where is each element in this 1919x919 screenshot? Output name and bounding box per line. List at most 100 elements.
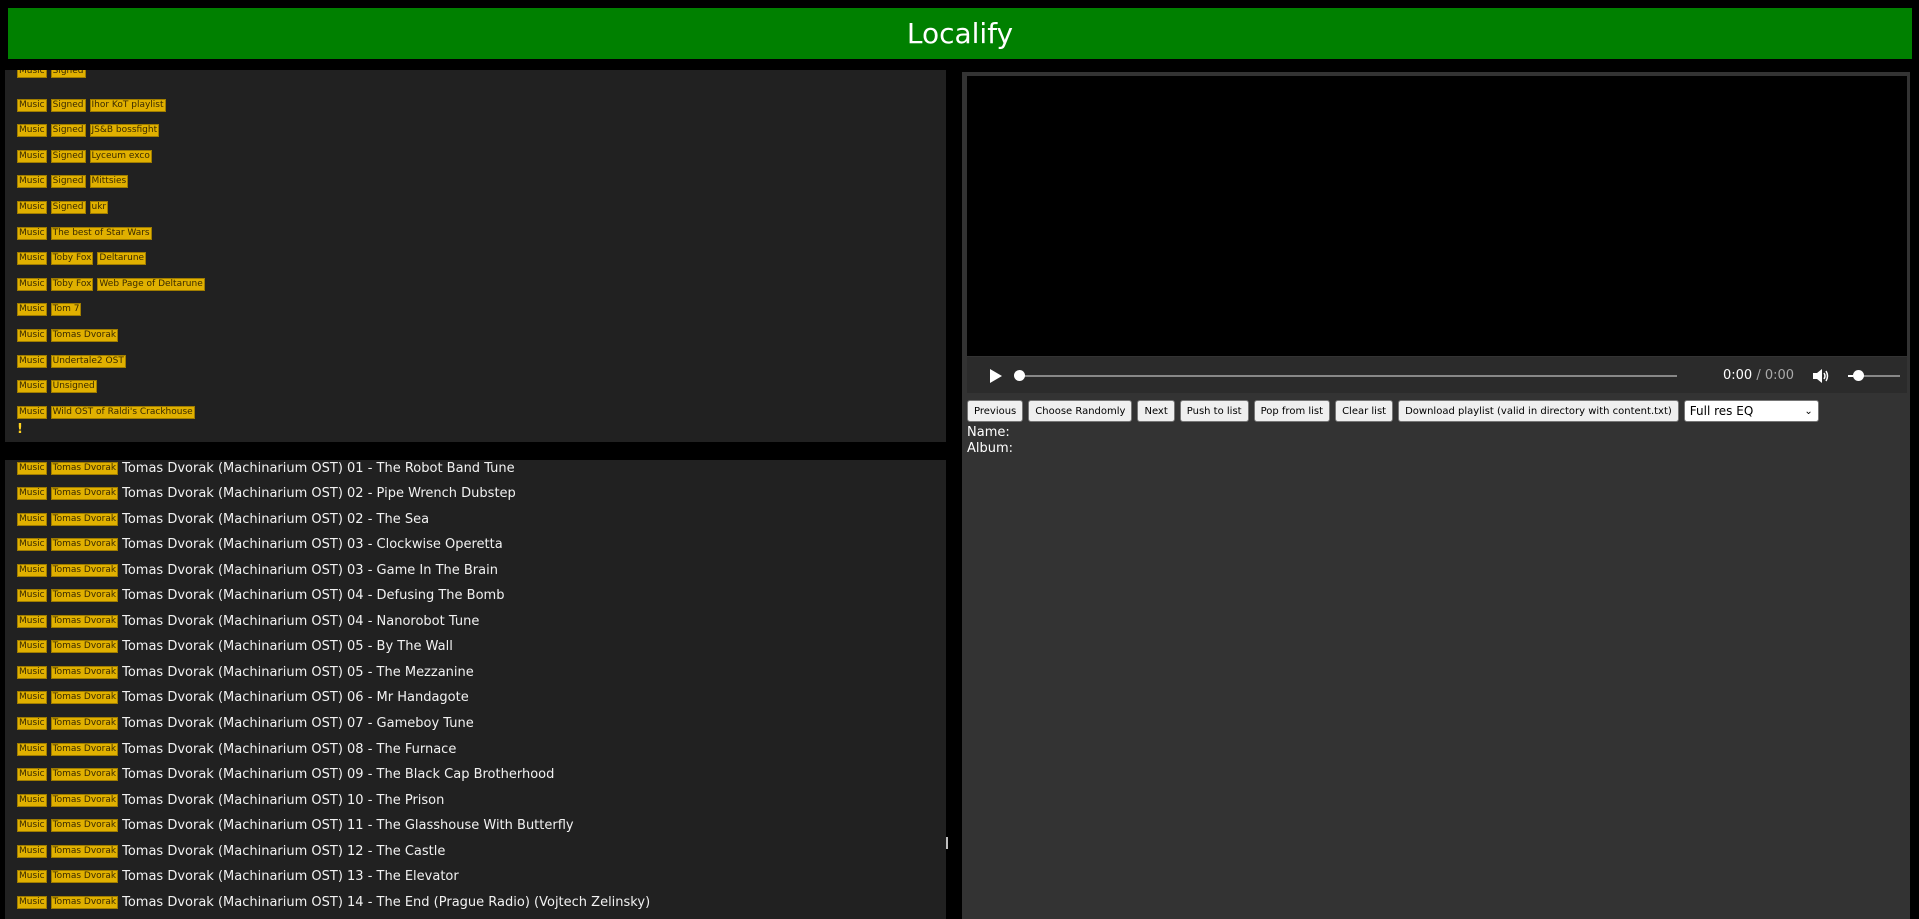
track-title[interactable]: Tomas Dvorak (Machinarium OST) 04 - Nano… [122, 614, 479, 629]
track-item[interactable]: Music Tomas Dvorak Tomas Dvorak (Machinari… [17, 714, 474, 734]
directory-item[interactable]: Music Signed Ihor KoT playlist [17, 98, 170, 112]
volume-thumb[interactable] [1853, 370, 1865, 381]
track-tag[interactable]: Music [17, 768, 47, 782]
track-title[interactable]: Tomas Dvorak (Machinarium OST) 03 - Cloc… [122, 537, 503, 552]
track-item[interactable]: Music Tomas Dvorak Tomas Dvorak (Machinari… [17, 790, 444, 810]
directory-item[interactable]: Music Unsigned [17, 380, 101, 394]
directory-tag[interactable]: Undertale2 OST [50, 354, 126, 368]
track-tag[interactable]: Tomas Dvorak [50, 691, 119, 705]
track-tag[interactable]: Tomas Dvorak [50, 538, 119, 552]
clear-list-button[interactable]: Clear list [1335, 400, 1394, 422]
track-tag[interactable]: Tomas Dvorak [50, 793, 119, 807]
track-item[interactable]: Music Tomas Dvorak Tomas Dvorak (Machinari… [17, 484, 516, 504]
directory-tag[interactable]: Music [17, 175, 47, 189]
track-tag[interactable]: Music [17, 844, 47, 858]
track-title[interactable]: Tomas Dvorak (Machinarium OST) 14 - The … [122, 895, 650, 910]
track-tag[interactable]: Music [17, 717, 47, 730]
directory-tag[interactable]: JS&B bossfight [89, 124, 160, 138]
push-to-list-button[interactable]: Push to list [1179, 400, 1249, 422]
directory-tag[interactable]: Signed [50, 175, 86, 189]
directory-item[interactable]: Music Toby Fox Web Page of Deltarune [17, 277, 209, 291]
track-tag[interactable]: Music [17, 640, 47, 654]
track-item[interactable]: Music Tomas Dvorak Tomas Dvorak (Machinari… [17, 509, 429, 529]
directory-tag[interactable]: Wild OST of Raldi's Crackhouse [50, 405, 195, 419]
directory-tag[interactable]: Music [17, 201, 47, 214]
directory-tag[interactable]: Tom 7 [50, 303, 82, 317]
track-title[interactable]: Tomas Dvorak (Machinarium OST) 12 - The … [122, 844, 445, 859]
directory-item[interactable]: Music Undertale2 OST [17, 354, 130, 368]
directory-tag[interactable]: Music [17, 380, 47, 394]
seek-bar[interactable] [1019, 375, 1677, 377]
track-tag[interactable]: Tomas Dvorak [50, 563, 119, 577]
track-title[interactable]: Tomas Dvorak (Machinarium OST) 06 - Mr H… [122, 690, 469, 705]
directory-item[interactable]: Music The best of Star Wars [17, 226, 156, 240]
directory-item[interactable]: Music Tom 7 [17, 303, 85, 317]
video-area[interactable] [967, 76, 1907, 356]
directory-tag[interactable]: Music [17, 70, 47, 78]
track-item[interactable]: Music Tomas Dvorak Tomas Dvorak (Machinari… [17, 765, 554, 785]
track-list[interactable]: Music Tomas Dvorak Tomas Dvorak (Machinari… [5, 460, 946, 919]
directory-tag[interactable]: Music [17, 252, 47, 266]
track-title[interactable]: Tomas Dvorak (Machinarium OST) 08 - The … [122, 742, 456, 757]
volume-icon[interactable] [1813, 369, 1829, 383]
track-tag[interactable]: Tomas Dvorak [50, 768, 119, 782]
track-item[interactable]: Music Tomas Dvorak Tomas Dvorak (Machinari… [17, 611, 479, 631]
track-tag[interactable]: Tomas Dvorak [50, 819, 119, 833]
directory-tag[interactable]: Signed [50, 98, 86, 112]
track-tag[interactable]: Music [17, 563, 47, 577]
track-tag[interactable]: Music [17, 819, 47, 833]
track-item[interactable]: Music Tomas Dvorak Tomas Dvorak (Machinari… [17, 867, 459, 887]
track-tag[interactable]: Tomas Dvorak [50, 589, 119, 603]
directory-tag[interactable]: Toby Fox [50, 277, 94, 291]
track-title[interactable]: Tomas Dvorak (Machinarium OST) 01 - The … [122, 461, 515, 476]
track-item[interactable]: Music Tomas Dvorak Tomas Dvorak (Machinari… [17, 841, 445, 861]
directory-tag[interactable]: Music [17, 124, 47, 138]
track-title[interactable]: Tomas Dvorak (Machinarium OST) 11 - The … [122, 818, 574, 833]
directory-tag[interactable]: Signed [50, 70, 86, 78]
track-title[interactable]: Tomas Dvorak (Machinarium OST) 07 - Game… [122, 716, 474, 731]
track-tag[interactable]: Tomas Dvorak [50, 512, 119, 526]
pop-from-list-button[interactable]: Pop from list [1253, 400, 1331, 422]
track-tag[interactable]: Tomas Dvorak [50, 717, 119, 730]
directory-tag[interactable]: Ihor KoT playlist [89, 98, 166, 112]
directory-item[interactable]: Music Signed Mittsies [17, 175, 132, 189]
directory-tag[interactable]: Signed [50, 124, 86, 138]
track-title[interactable]: Tomas Dvorak (Machinarium OST) 05 - The … [122, 665, 474, 680]
track-item[interactable]: Music Tomas Dvorak Tomas Dvorak (Machinari… [17, 688, 469, 708]
track-title[interactable]: Tomas Dvorak (Machinarium OST) 09 - The … [122, 767, 554, 782]
track-tag[interactable]: Tomas Dvorak [50, 487, 119, 501]
directory-item[interactable]: Music Signed JS&B bossfight [17, 124, 163, 138]
track-title[interactable]: Tomas Dvorak (Machinarium OST) 13 - The … [122, 869, 459, 884]
previous-button[interactable]: Previous [967, 400, 1024, 422]
track-item[interactable]: Music Tomas Dvorak Tomas Dvorak (Machinari… [17, 535, 503, 555]
track-tag[interactable]: Music [17, 589, 47, 603]
track-item[interactable]: Music Tomas Dvorak Tomas Dvorak (Machinari… [17, 739, 456, 759]
directory-tag[interactable]: The best of Star Wars [50, 226, 152, 240]
track-title[interactable]: Tomas Dvorak (Machinarium OST) 03 - Game… [122, 563, 498, 578]
track-tag[interactable]: Tomas Dvorak [50, 895, 119, 909]
directory-list[interactable]: Music Signed Music Signed Ihor KoT playlist M… [5, 70, 946, 442]
directory-tag[interactable]: Music [17, 277, 47, 291]
track-tag[interactable]: Tomas Dvorak [50, 665, 119, 679]
track-tag[interactable]: Music [17, 742, 47, 756]
directory-tag[interactable]: Music [17, 405, 47, 419]
track-tag[interactable]: Tomas Dvorak [50, 461, 119, 475]
track-tag[interactable]: Tomas Dvorak [50, 844, 119, 858]
track-title[interactable]: Tomas Dvorak (Machinarium OST) 02 - The … [122, 512, 429, 527]
directory-tag[interactable]: Signed [50, 201, 86, 214]
track-item[interactable]: Music Tomas Dvorak Tomas Dvorak (Machinari… [17, 460, 515, 478]
directory-tag[interactable]: Tomas Dvorak [50, 329, 119, 342]
next-button[interactable]: Next [1137, 400, 1175, 422]
track-item[interactable]: Music Tomas Dvorak Tomas Dvorak (Machinari… [17, 892, 650, 912]
track-item[interactable]: Music Tomas Dvorak Tomas Dvorak (Machinari… [17, 560, 498, 580]
directory-item[interactable]: Music Signed ukr [17, 201, 112, 215]
directory-tag[interactable]: Music [17, 354, 47, 368]
directory-tag[interactable]: Music [17, 329, 47, 342]
directory-item[interactable]: Music Toby Fox Deltarune [17, 252, 150, 266]
track-title[interactable]: Tomas Dvorak (Machinarium OST) 02 - Pipe… [122, 486, 516, 501]
directory-item[interactable]: Music Signed [17, 70, 90, 78]
track-title[interactable]: Tomas Dvorak (Machinarium OST) 05 - By T… [122, 639, 453, 654]
track-tag[interactable]: Music [17, 793, 47, 807]
track-tag[interactable]: Music [17, 512, 47, 526]
directory-tag[interactable]: Toby Fox [50, 252, 94, 266]
